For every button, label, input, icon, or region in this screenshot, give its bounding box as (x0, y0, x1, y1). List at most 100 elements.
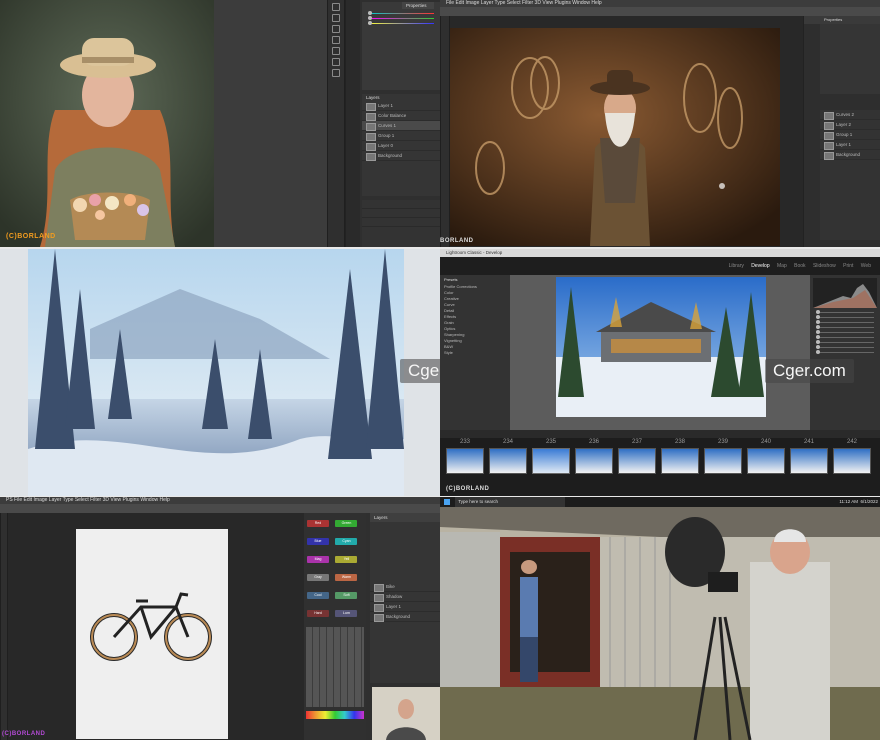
texture-slider[interactable] (816, 340, 874, 344)
canvas-area (450, 16, 803, 247)
start-icon[interactable] (444, 498, 450, 505)
preset-item[interactable]: Creative (444, 296, 506, 301)
lasso-tool-icon[interactable] (332, 25, 340, 33)
module-slideshow[interactable]: Slideshow (813, 263, 836, 269)
swatch-button[interactable]: Cyan (335, 538, 358, 545)
module-web[interactable]: Web (861, 263, 871, 269)
preset-item[interactable]: Effects (444, 314, 506, 319)
whites-slider[interactable] (816, 330, 874, 334)
swatch-button[interactable]: Hard (307, 610, 329, 617)
blacks-slider[interactable] (816, 335, 874, 339)
portrait-photo (0, 0, 214, 247)
module-book[interactable]: Book (794, 263, 805, 269)
layer-row[interactable]: Group 1 (820, 130, 880, 140)
filmstrip: (C)BORLAND 233 234 235 236 237 238 239 240 241 24… (440, 430, 880, 496)
swatch-button[interactable]: Mag (307, 556, 329, 563)
layer-row[interactable]: Background (820, 150, 880, 160)
filmstrip-toolbar (440, 430, 880, 438)
filmstrip-thumbnail[interactable] (833, 448, 871, 474)
swatch-button[interactable]: Lum (335, 610, 358, 617)
zoom-tool-icon[interactable] (332, 69, 340, 77)
properties-tab[interactable]: Properties (402, 2, 434, 9)
borland-watermark: (C)BORLAND (2, 731, 46, 737)
tab-properties[interactable]: Properties (824, 17, 842, 22)
layers-tab[interactable]: Layers (362, 94, 440, 101)
preset-item[interactable]: Profile Corrections (444, 284, 506, 289)
module-map[interactable]: Map (777, 263, 787, 269)
filmstrip-number: 239 (718, 439, 729, 445)
filmstrip-thumbnail[interactable] (489, 448, 527, 474)
filmstrip-thumbnail[interactable] (704, 448, 742, 474)
filmstrip-thumbnail[interactable] (618, 448, 656, 474)
filmstrip-thumbnail[interactable] (790, 448, 828, 474)
layer-row[interactable]: Layer 1 (370, 602, 440, 612)
layers-tab[interactable]: Layers (370, 513, 440, 522)
preset-item[interactable]: B&W (444, 344, 506, 349)
highlights-slider[interactable] (816, 320, 874, 324)
slider-3[interactable] (368, 21, 434, 25)
layer-row[interactable]: Curves 2 (820, 110, 880, 120)
contrast-slider[interactable] (816, 315, 874, 319)
swatch-button[interactable]: Yell (335, 556, 358, 563)
module-print[interactable]: Print (843, 263, 853, 269)
preset-item[interactable]: Curve (444, 302, 506, 307)
module-develop[interactable]: Develop (751, 263, 769, 269)
develop-canvas (510, 275, 810, 430)
right-panels: Properties Layers Layer 1 Color Balance … (345, 0, 440, 247)
layer-row[interactable]: Layer 2 (820, 120, 880, 130)
filmstrip-number: 238 (675, 439, 686, 445)
shadows-slider[interactable] (816, 325, 874, 329)
eraser-tool-icon[interactable] (332, 58, 340, 66)
layer-row[interactable]: Layer 0 (362, 141, 440, 151)
menu-bar[interactable]: PS File Edit Image Layer Type Select Fil… (0, 497, 440, 504)
layer-row[interactable]: Group 1 (362, 131, 440, 141)
module-library[interactable]: Library (729, 263, 744, 269)
layer-row[interactable]: Layer 1 (820, 140, 880, 150)
preset-item[interactable]: Grain (444, 320, 506, 325)
swatch-button[interactable]: Soft (335, 592, 358, 599)
preset-item[interactable]: Style (444, 350, 506, 355)
preset-item[interactable]: Color (444, 290, 506, 295)
layer-row[interactable]: Layer 1 (362, 101, 440, 111)
borland-watermark: (C)BORLAND (6, 233, 56, 240)
winter-photo-frame: Cger.com (0, 249, 440, 496)
menu-bar[interactable]: File Edit Image Layer Type Select Filter… (440, 0, 880, 7)
preset-item[interactable]: Vignetting (444, 338, 506, 343)
presets-header[interactable]: Presets (444, 277, 506, 282)
swatch-button[interactable]: Green (335, 520, 358, 527)
vibrance-slider[interactable] (816, 350, 874, 354)
swatch-button[interactable]: Red (307, 520, 329, 527)
channels-panel (362, 200, 440, 247)
swatch-button[interactable]: Warm (335, 574, 358, 581)
marquee-tool-icon[interactable] (332, 14, 340, 22)
layer-row[interactable]: Background (362, 151, 440, 161)
filmstrip-thumbnail[interactable] (532, 448, 570, 474)
move-tool-icon[interactable] (332, 3, 340, 11)
swatch-button[interactable]: Gray (307, 574, 329, 581)
layer-row[interactable]: Color Balance (362, 111, 440, 121)
brush-tool-icon[interactable] (332, 47, 340, 55)
right-panels: Properties Curves 2 Layer 2 Group 1 Laye… (803, 16, 880, 247)
crop-tool-icon[interactable] (332, 36, 340, 44)
layer-row[interactable]: Shadow (370, 592, 440, 602)
layer-row[interactable]: Bike (370, 582, 440, 592)
cger-watermark: Cger.com (765, 359, 854, 383)
exposure-slider[interactable] (816, 310, 874, 314)
layer-row[interactable]: Curves 1 (362, 121, 440, 131)
layer-row[interactable]: Background (370, 612, 440, 622)
slider-2[interactable] (368, 16, 434, 20)
filmstrip-thumbnail[interactable] (446, 448, 484, 474)
clarity-slider[interactable] (816, 345, 874, 349)
filmstrip-thumbnail[interactable] (747, 448, 785, 474)
preset-item[interactable]: Sharpening (444, 332, 506, 337)
filmstrip-thumbnail[interactable] (661, 448, 699, 474)
cabin-photo (556, 277, 766, 417)
swatch-button[interactable]: Blue (307, 538, 329, 545)
taskbar-search[interactable]: Type here to search (455, 497, 566, 507)
filmstrip-thumbnail[interactable] (575, 448, 613, 474)
video-collage: (C)BORLAND Properties Layers Layer 1 Col… (0, 0, 880, 740)
slider-1[interactable] (368, 11, 434, 15)
swatch-button[interactable]: Cool (307, 592, 329, 599)
preset-item[interactable]: Optics (444, 326, 506, 331)
preset-item[interactable]: Detail (444, 308, 506, 313)
